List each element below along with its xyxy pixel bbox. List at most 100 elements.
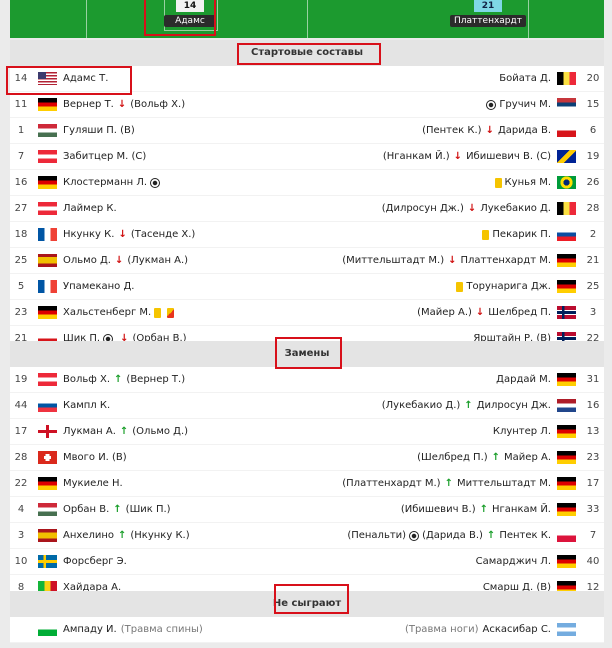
away-player[interactable]: (Нганкам Й.) ↓ Ибишевич В. (C) [383,144,576,169]
away-player[interactable]: Пекарик П. [479,222,576,247]
away-shirt-number: 40 [586,556,600,567]
player-name[interactable]: Лаймер К. [63,203,117,214]
home-player[interactable]: Вольф Х. ↑ (Вернер Т.) [38,367,185,392]
away-player[interactable]: (Майер А.) ↓ Шелбред П. [417,300,576,325]
away-player[interactable]: (Миттельштадт М.) ↓ Платтенхардт М. [342,248,576,273]
home-player[interactable]: Мвого И. (В) [38,445,127,470]
away-player[interactable]: Торунарига Дж. [453,274,576,299]
player-name[interactable]: Аскасибар С. [483,624,552,635]
pitch-player-right[interactable]: 21 Платтенхардт [438,0,538,27]
away-player[interactable]: Кунья М. [492,170,576,195]
spain-flag-icon [38,529,57,542]
away-player[interactable]: (Ибишевич В.) ↑ Нганкам Й. [401,497,576,522]
player-name[interactable]: Ампаду И. [63,624,117,635]
player-name[interactable]: Форсберг Э. [63,556,127,567]
hungary-flag-icon [38,503,57,516]
home-player[interactable]: Форсберг Э. [38,549,127,574]
away-player[interactable]: Клунтер Л. [493,419,576,444]
home-player[interactable]: Клостерманн Л. [38,170,163,195]
substitution-in-icon: ↑ [479,504,488,515]
home-shirt-number [10,617,32,642]
substitution-player-note: (Вольф Х.) [130,99,186,110]
away-player[interactable]: (Пенальти) (Дарида В.) ↑ Пентек К. [347,523,576,548]
player-name[interactable]: Адамс Т. [63,73,108,84]
home-player[interactable]: Кампл К. [38,393,110,418]
germany-flag-icon [557,254,576,267]
away-player[interactable]: (Платтенхардт М.) ↑ Миттельштадт М. [342,471,576,496]
missing-players-list: Ампаду И. (Травма спины) (Травма ноги) Аска… [10,617,604,643]
sweden-flag-icon [38,555,57,568]
home-player[interactable]: Адамс Т. [38,66,108,91]
player-name[interactable]: Кампл К. [63,400,110,411]
player-name[interactable]: Орбан В. [63,504,109,515]
home-player[interactable]: Упамекано Д. [38,274,134,299]
lineup-row: 11 Вернер Т. ↓ (Вольф Х.) Гручич М. 15 [10,92,604,118]
player-name[interactable]: Клунтер Л. [493,426,551,437]
player-shirt-number: 21 [474,0,502,12]
player-name[interactable]: Пекарик П. [492,229,551,240]
player-name[interactable]: Мвого И. (В) [63,452,127,463]
player-name[interactable]: Самарджич Л. [476,556,551,567]
away-player[interactable]: (Дилросун Дж.) ↓ Лукебакио Д. [382,196,576,221]
player-name[interactable]: Хальстенберг М. [63,307,151,318]
player-name[interactable]: Миттельштадт М. [457,478,551,489]
player-name[interactable]: Ибишевич В. (C) [466,151,551,162]
home-player[interactable]: Ампаду И. (Травма спины) [38,617,207,642]
home-player[interactable]: Лаймер К. [38,196,117,221]
home-player[interactable]: Гуляши П. (В) [38,118,135,143]
player-name[interactable]: Майер А. [504,452,551,463]
away-player[interactable]: (Пентек К.) ↓ Дарида В. [422,118,576,143]
home-player[interactable]: Лукман А. ↑ (Ольмо Д.) [38,419,188,444]
player-name[interactable]: Нганкам Й. [492,504,551,515]
player-name[interactable]: Ольмо Д. [63,255,111,266]
germany-flag-icon [38,477,57,490]
lineup-row: 5 Упамекано Д. Торунарига Дж. 25 [10,274,604,300]
player-name[interactable]: Платтенхардт М. [461,255,552,266]
player-name[interactable]: Мукиеле Н. [63,478,123,489]
home-player[interactable]: Орбан В. ↑ (Шик П.) [38,497,171,522]
away-player[interactable]: (Шелбред П.) ↑ Майер А. [417,445,576,470]
player-name[interactable]: Лукман А. [63,426,116,437]
player-name[interactable]: Гручич М. [499,99,551,110]
player-name[interactable]: Шелбред П. [488,307,551,318]
player-name[interactable]: Бойата Д. [499,73,551,84]
pitch-player-left[interactable]: 14 Адамс [164,0,216,27]
home-player[interactable]: Забитцер М. (C) [38,144,146,169]
player-name[interactable]: Дардай М. [496,374,551,385]
lineups-list: 14 Адамс Т. Бойата Д. 20 11 Вернер Т. ↓ (Вольф … [10,66,604,352]
section-header: Стартовые составы [10,40,604,66]
away-player[interactable]: (Травма ноги) Аскасибар С. [401,617,576,642]
player-name[interactable]: Дарида В. [498,125,551,136]
pitch-graphic: 14 Адамс 21 Платтенхардт [10,0,604,38]
player-name[interactable]: Вольф Х. [63,374,110,385]
player-name[interactable]: Лукебакио Д. [480,203,551,214]
section-substitutes: Замены 19 Вольф Х. ↑ (Вернер Т.) Дардай М. 31… [10,341,604,601]
player-name[interactable]: Пентек К. [499,530,551,541]
player-name[interactable]: Вернер Т. [63,99,114,110]
player-name[interactable]: Гуляши П. (В) [63,125,135,136]
home-shirt-number: 17 [14,426,28,437]
home-player[interactable]: Хальстенберг М. [38,300,177,325]
player-name[interactable]: Упамекано Д. [63,281,134,292]
home-player[interactable]: Мукиеле Н. [38,471,123,496]
yellow-card-icon [456,281,464,292]
player-name[interactable]: Забитцер М. (C) [63,151,146,162]
away-player[interactable]: Гручич М. [483,92,576,117]
away-player[interactable]: (Лукебакио Д.) ↑ Дилросун Дж. [382,393,576,418]
substitution-player-note: (Дарида В.) [422,530,483,541]
home-player[interactable]: Нкунку К. ↓ (Тасенде Х.) [38,222,195,247]
home-player[interactable]: Ольмо Д. ↓ (Лукман А.) [38,248,188,273]
player-name[interactable]: Торунарига Дж. [466,281,551,292]
player-name[interactable]: Нкунку К. [63,229,114,240]
netherlands-flag-icon [557,399,576,412]
away-player[interactable]: Самарджич Л. [476,549,576,574]
home-player[interactable]: Анхелино ↑ (Нкунку К.) [38,523,190,548]
away-player[interactable]: Дардай М. [496,367,576,392]
player-name[interactable]: Анхелино [63,530,114,541]
away-player[interactable]: Бойата Д. [499,66,576,91]
home-player[interactable]: Вернер Т. ↓ (Вольф Х.) [38,92,185,117]
player-name[interactable]: Клостерманн Л. [63,177,147,188]
player-shirt-number: 14 [176,0,204,12]
player-name[interactable]: Кунья М. [505,177,551,188]
player-name[interactable]: Дилросун Дж. [477,400,551,411]
